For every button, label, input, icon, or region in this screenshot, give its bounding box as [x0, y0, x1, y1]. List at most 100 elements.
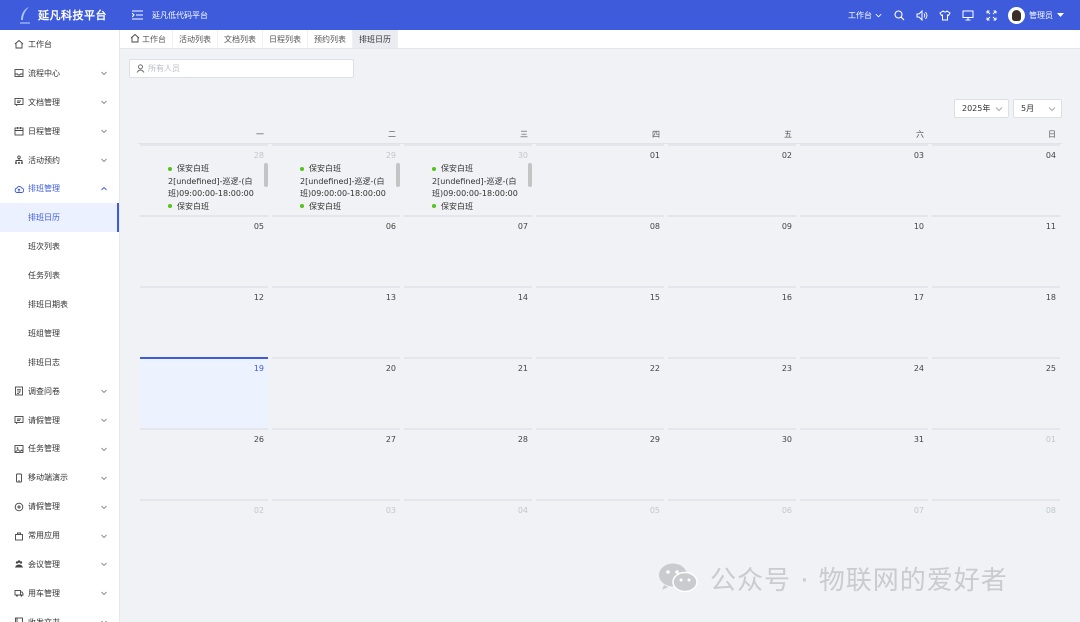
calendar-cell[interactable]: 04: [932, 144, 1060, 215]
sidebar-item[interactable]: 收发文书: [0, 608, 119, 622]
weekday-label: 二: [270, 128, 402, 144]
calendar-cell-today[interactable]: 19: [140, 357, 268, 428]
calendar-cell[interactable]: 09: [668, 215, 796, 286]
calendar-cell[interactable]: 03: [800, 144, 928, 215]
sidebar-item[interactable]: 调查问卷: [0, 377, 119, 406]
calendar-cell[interactable]: 13: [272, 286, 400, 357]
calendar-cell[interactable]: 23: [668, 357, 796, 428]
calendar-cell[interactable]: 11: [932, 215, 1060, 286]
sidebar-item[interactable]: 活动预约: [0, 146, 119, 175]
calendar-cell[interactable]: 08: [536, 215, 664, 286]
sidebar-item[interactable]: 班次列表: [0, 232, 119, 261]
calendar-cell[interactable]: 28 保安白班 2[undefined]-巡逻-(白 班)09:00:00-18:00…: [140, 144, 268, 215]
calendar-cell[interactable]: 04: [404, 499, 532, 570]
search-icon[interactable]: [893, 9, 905, 21]
sidebar-item[interactable]: 文档管理: [0, 88, 119, 117]
tab[interactable]: 日程列表: [263, 30, 308, 48]
fullscreen-icon[interactable]: [985, 9, 997, 21]
calendar-cell[interactable]: 03: [272, 499, 400, 570]
menu-toggle-icon[interactable]: [130, 8, 144, 22]
calendar-cell[interactable]: 05: [536, 499, 664, 570]
tab[interactable]: 文档列表: [218, 30, 263, 48]
person-search-input[interactable]: [148, 64, 338, 73]
calendar-cell[interactable]: 01: [536, 144, 664, 215]
calendar-cell[interactable]: 25: [932, 357, 1060, 428]
calendar-cell[interactable]: 02: [668, 144, 796, 215]
calendar-cell[interactable]: 30 保安白班 2[undefined]-巡逻-(白 班)09:00:00-18:00…: [404, 144, 532, 215]
event-item[interactable]: 2[undefined]-巡逻-(白: [432, 176, 526, 189]
mobile-icon: [14, 473, 24, 483]
sidebar-item[interactable]: 用车管理: [0, 579, 119, 608]
calendar-cell[interactable]: 29 保安白班 2[undefined]-巡逻-(白 班)09:00:00-18:00…: [272, 144, 400, 215]
scrollbar-thumb[interactable]: [396, 163, 400, 187]
calendar-cell[interactable]: 12: [140, 286, 268, 357]
calendar-cell[interactable]: 21: [404, 357, 532, 428]
sidebar-item[interactable]: 日程管理: [0, 117, 119, 146]
sidebar-item[interactable]: 排班日历: [0, 203, 119, 233]
event-item[interactable]: 2[undefined]-巡逻-(白: [168, 176, 262, 189]
sidebar-item[interactable]: 任务列表: [0, 261, 119, 290]
sidebar-item[interactable]: 请假管理: [0, 492, 119, 521]
sidebar-item-label: 流程中心: [28, 68, 60, 78]
calendar-cell[interactable]: 02: [140, 499, 268, 570]
sidebar-item[interactable]: 班组管理: [0, 319, 119, 348]
calendar-cell[interactable]: 30: [668, 428, 796, 499]
day-number: 19: [253, 364, 264, 373]
calendar-cell[interactable]: 15: [536, 286, 664, 357]
event-item[interactable]: 班)09:00:00-18:00:00: [168, 188, 262, 201]
monitor-icon[interactable]: [962, 9, 974, 21]
sidebar-item[interactable]: 移动端演示: [0, 463, 119, 492]
year-select[interactable]: 2025年: [954, 99, 1009, 118]
calendar-cell[interactable]: 22: [536, 357, 664, 428]
sidebar-item[interactable]: 会议管理: [0, 550, 119, 579]
calendar-cell[interactable]: 29: [536, 428, 664, 499]
calendar-cell[interactable]: 28: [404, 428, 532, 499]
event-item[interactable]: 保安白班: [300, 163, 394, 176]
tab[interactable]: 预约列表: [308, 30, 353, 48]
sidebar-item[interactable]: 排班日志: [0, 348, 119, 377]
user-menu[interactable]: 管理员: [1008, 6, 1064, 24]
calendar-cell[interactable]: 20: [272, 357, 400, 428]
sidebar-item[interactable]: 流程中心: [0, 59, 119, 88]
event-item[interactable]: 班)09:00:00-18:00:00: [432, 188, 526, 201]
calendar-cell[interactable]: 17: [800, 286, 928, 357]
shirt-icon[interactable]: [939, 9, 951, 21]
event-item[interactable]: 保安白班: [168, 201, 262, 213]
calendar-cell[interactable]: 07: [404, 215, 532, 286]
calendar-cell[interactable]: 10: [800, 215, 928, 286]
calendar-cell[interactable]: 24: [800, 357, 928, 428]
sidebar-item[interactable]: 排班管理: [0, 174, 119, 203]
calendar-cell[interactable]: 06: [272, 215, 400, 286]
home-icon: [14, 39, 24, 49]
sidebar-item[interactable]: 工作台: [0, 30, 119, 59]
event-item[interactable]: 班)09:00:00-18:00:00: [300, 188, 394, 201]
scrollbar-thumb[interactable]: [264, 163, 268, 187]
event-item[interactable]: 保安白班: [432, 201, 526, 213]
calendar-cell[interactable]: 31: [800, 428, 928, 499]
calendar-cell[interactable]: 05: [140, 215, 268, 286]
sidebar-item[interactable]: 请假管理: [0, 406, 119, 435]
brand[interactable]: 延凡科技平台: [0, 0, 120, 30]
person-filter[interactable]: [129, 59, 354, 78]
chevron-down-icon: [101, 158, 107, 163]
event-item[interactable]: 保安白班: [432, 163, 526, 176]
sidebar-item[interactable]: 任务管理: [0, 434, 119, 463]
tab[interactable]: 活动列表: [173, 30, 218, 48]
calendar-cell[interactable]: 14: [404, 286, 532, 357]
sidebar-item[interactable]: 排班日期表: [0, 290, 119, 319]
sidebar-item[interactable]: 常用应用: [0, 521, 119, 550]
calendar-cell[interactable]: 01: [932, 428, 1060, 499]
tab[interactable]: 排班日历: [353, 30, 398, 48]
event-item[interactable]: 2[undefined]-巡逻-(白: [300, 176, 394, 189]
event-item[interactable]: 保安白班: [300, 201, 394, 213]
event-item[interactable]: 保安白班: [168, 163, 262, 176]
workspace-dropdown[interactable]: 工作台: [848, 10, 882, 21]
calendar-cell[interactable]: 27: [272, 428, 400, 499]
month-select[interactable]: 5月: [1013, 99, 1062, 118]
tab[interactable]: 工作台: [124, 30, 173, 48]
speaker-icon[interactable]: [916, 9, 928, 21]
calendar-cell[interactable]: 18: [932, 286, 1060, 357]
calendar-cell[interactable]: 26: [140, 428, 268, 499]
scrollbar-thumb[interactable]: [528, 163, 532, 187]
calendar-cell[interactable]: 16: [668, 286, 796, 357]
